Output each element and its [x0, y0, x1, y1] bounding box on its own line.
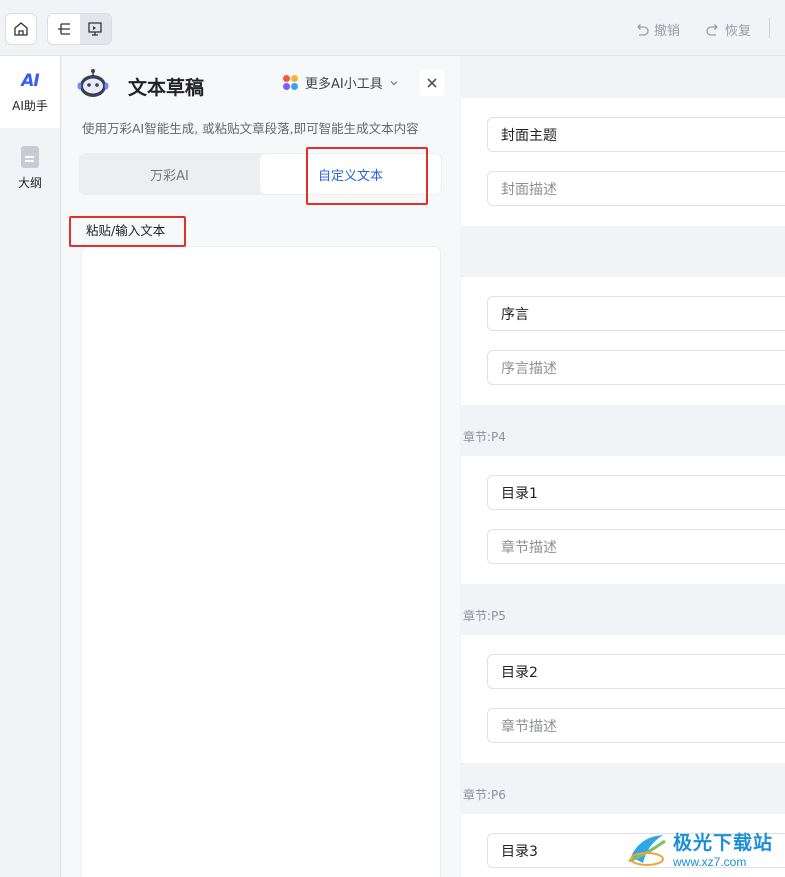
panel-description: 使用万彩AI智能生成, 或粘贴文章段落,即可智能生成文本内容	[82, 121, 419, 136]
home-icon	[14, 22, 28, 36]
cover-title-field[interactable]: 封面主题	[487, 117, 785, 152]
tab-wancai-ai[interactable]: 万彩AI	[79, 154, 260, 194]
cover-description-field[interactable]: 封面描述	[487, 171, 785, 206]
undo-button[interactable]: 撤销	[634, 20, 680, 39]
redo-label: 恢复	[725, 24, 752, 39]
aurora-logo-icon	[628, 834, 666, 866]
source-tabs: 万彩AI 自定义文本	[79, 153, 442, 195]
rail-item-label: 大纲	[17, 175, 42, 190]
outline-doc-icon	[21, 145, 39, 168]
chevron-down-icon	[390, 80, 398, 85]
redo-icon	[706, 23, 718, 36]
slide-outline-editor: 封面主题 封面描述 序言 序言描述 章节:P4 目录1 章节描述 章节:P5 目…	[461, 56, 785, 877]
chapter-card: 目录1 章节描述	[461, 456, 785, 584]
chapter-description-field[interactable]: 章节描述	[487, 708, 785, 743]
ai-tools-icon	[283, 74, 299, 91]
chapter-description-field[interactable]: 章节描述	[487, 529, 785, 564]
paste-text-area[interactable]	[81, 246, 441, 877]
toolbar-divider	[769, 18, 770, 38]
watermark-url: www.xz7.com	[673, 855, 747, 869]
chapter-title-field[interactable]: 目录1	[487, 475, 785, 510]
view-toggle-group	[47, 13, 112, 45]
more-ai-tools-label: 更多AI小工具	[305, 77, 383, 92]
rail-item-label: AI助手	[12, 98, 48, 113]
chapter-title-field[interactable]: 目录2	[487, 654, 785, 689]
home-button[interactable]	[5, 13, 37, 45]
rail-item-outline[interactable]: 大纲	[0, 132, 60, 204]
watermark-title: 极光下载站	[673, 832, 774, 854]
outline-view-button[interactable]	[48, 14, 80, 44]
chapter-label: 章节:P4	[463, 430, 506, 444]
rail-item-ai-assistant[interactable]: AI AI助手	[0, 56, 60, 128]
top-toolbar: 撤销 恢复	[0, 0, 785, 56]
chapter-card: 目录2 章节描述	[461, 635, 785, 763]
preface-card: 序言 序言描述	[461, 277, 785, 405]
outline-tree-icon	[57, 23, 70, 35]
presentation-view-button[interactable]	[79, 14, 111, 44]
undo-label: 撤销	[654, 24, 681, 39]
ai-text-draft-panel: 文本草稿 更多AI小工具 使用万彩AI智能生成, 或粘贴文章段落,即可智能生成文…	[62, 56, 460, 877]
redo-button[interactable]: 恢复	[705, 20, 751, 39]
cover-card: 封面主题 封面描述	[461, 98, 785, 226]
tab-custom-text[interactable]: 自定义文本	[260, 154, 441, 194]
chapter-label: 章节:P5	[463, 609, 506, 623]
preface-title-field[interactable]: 序言	[487, 296, 785, 331]
undo-icon	[637, 23, 649, 36]
chapter-label: 章节:P6	[463, 788, 506, 802]
more-ai-tools-dropdown[interactable]: 更多AI小工具	[283, 73, 399, 92]
robot-icon	[77, 69, 109, 97]
left-rail: AI AI助手 大纲	[0, 56, 61, 877]
close-icon	[427, 78, 437, 88]
presentation-icon	[88, 22, 102, 36]
close-panel-button[interactable]	[419, 70, 445, 96]
panel-title: 文本草稿	[128, 77, 205, 99]
ai-assistant-icon: AI	[21, 70, 40, 91]
preface-description-field[interactable]: 序言描述	[487, 350, 785, 385]
paste-input-label: 粘贴/输入文本	[86, 223, 166, 238]
site-watermark: 极光下载站 www.xz7.com	[625, 820, 785, 877]
